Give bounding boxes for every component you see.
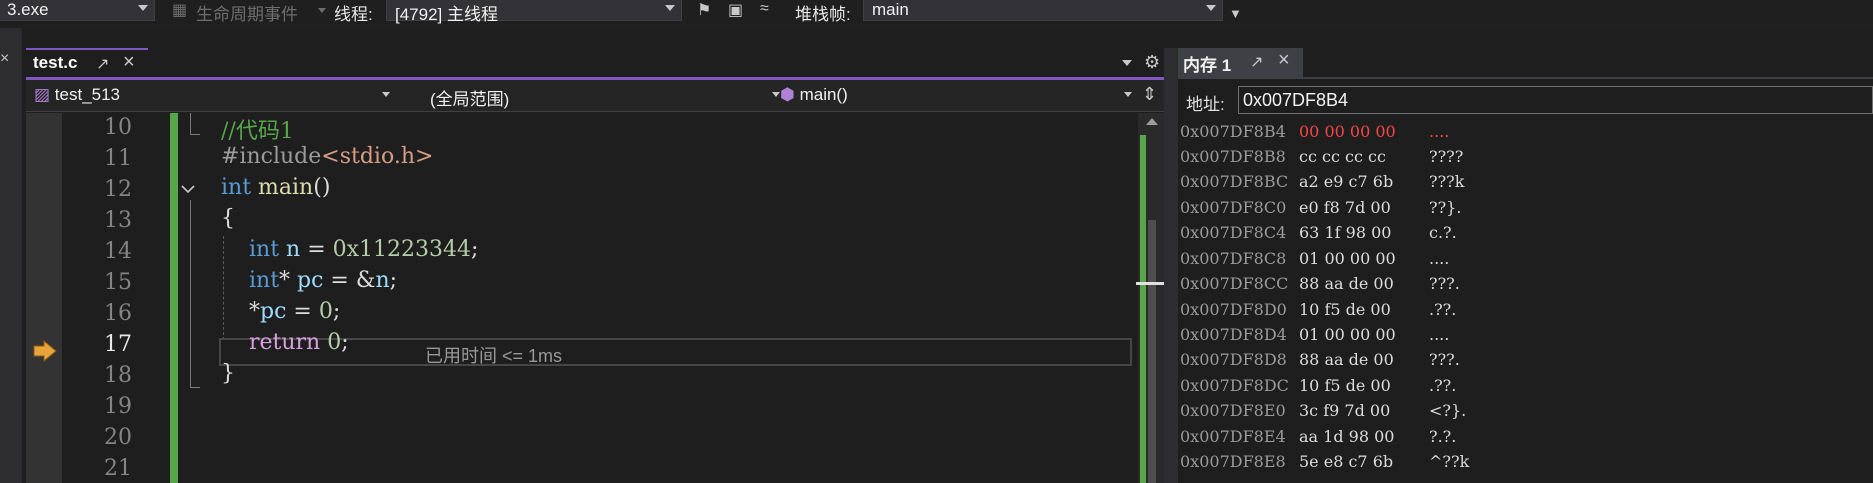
- stackframe-combo[interactable]: main: [863, 0, 1223, 21]
- pin-icon[interactable]: ↗: [1250, 52, 1263, 72]
- chevron-down-icon: [1206, 5, 1216, 11]
- panel-splitter[interactable]: [1164, 48, 1178, 483]
- code-line-14[interactable]: int n = 0x11223344;: [221, 237, 478, 262]
- address-label: 地址:: [1186, 95, 1225, 114]
- project-value: test_513: [54, 85, 121, 104]
- tab-title: test.c: [33, 53, 78, 72]
- memory-row[interactable]: 0x007DF8B4 00 00 00 00....: [1180, 122, 1449, 141]
- line-number: 15: [104, 270, 132, 295]
- lifecycle-dropdown-icon[interactable]: [318, 8, 326, 13]
- line-number: 18: [104, 363, 132, 388]
- memory-row[interactable]: 0x007DF8E4 aa 1d 98 00?.?.: [1180, 427, 1456, 446]
- line-number: 21: [104, 456, 132, 481]
- memory-row[interactable]: 0x007DF8DC 10 f5 de 00.??.: [1180, 376, 1456, 395]
- memory-row[interactable]: 0x007DF8C8 01 00 00 00....: [1180, 249, 1449, 268]
- line-number: 20: [104, 425, 132, 450]
- scope-value: (全局范围): [430, 90, 510, 109]
- lifecycle-events-icon[interactable]: ▦: [172, 0, 187, 20]
- tab-test-c[interactable]: test.c ↗ ×: [26, 48, 148, 77]
- process-value: 3.exe: [7, 0, 49, 19]
- method-icon: ⬢: [780, 85, 795, 104]
- collapse-chevron-icon[interactable]: [180, 181, 196, 197]
- line-number-current: 17: [104, 332, 132, 357]
- function-value: main(): [799, 85, 848, 104]
- line-number: 19: [104, 394, 132, 419]
- outline-guide: [190, 113, 200, 135]
- close-icon[interactable]: ×: [123, 51, 135, 74]
- code-line-11[interactable]: #include<stdio.h>: [221, 144, 433, 169]
- toolbar-overflow-icon[interactable]: ▼: [1229, 6, 1242, 21]
- outline-guide: [190, 200, 200, 388]
- scroll-up-icon[interactable]: [1146, 118, 1158, 125]
- code-line-13[interactable]: {: [221, 206, 235, 231]
- chevron-down-icon: [665, 5, 675, 11]
- memory-row[interactable]: 0x007DF8C0 e0 f8 7d 00??}.: [1180, 198, 1461, 217]
- memory-row[interactable]: 0x007DF8D4 01 00 00 00....: [1180, 325, 1449, 344]
- perf-tip[interactable]: 已用时间 <= 1ms: [425, 342, 562, 368]
- function-combo[interactable]: ⬢ main(): [774, 83, 1140, 108]
- scope-combo[interactable]: (全局范围): [424, 83, 788, 109]
- code-line-12[interactable]: int main(): [221, 175, 330, 200]
- tab-list-dropdown-icon[interactable]: [1122, 60, 1132, 66]
- breakpoint-gutter[interactable]: [26, 113, 62, 483]
- thread-combo[interactable]: [4792] 主线程: [386, 0, 682, 24]
- flag-thread-icon[interactable]: ⚑: [697, 0, 711, 20]
- address-input[interactable]: [1238, 86, 1873, 114]
- line-number: 12: [104, 177, 132, 202]
- project-combo[interactable]: ▨ test_513: [28, 83, 398, 108]
- chevron-down-icon: [138, 5, 148, 11]
- code-line-10[interactable]: //代码1: [221, 113, 294, 145]
- stackframe-value: main: [872, 0, 909, 19]
- memory-row[interactable]: 0x007DF8E0 3c f9 7d 00 <?}.: [1180, 401, 1466, 420]
- thread-value: [4792] 主线程: [395, 5, 498, 24]
- memory-row[interactable]: 0x007DF8CC 88 aa de 00???.: [1180, 274, 1460, 293]
- memory-row[interactable]: 0x007DF8B8 cc cc cc cc????: [1180, 147, 1463, 166]
- current-line-highlight: [219, 338, 1132, 366]
- current-statement-arrow-icon: [32, 339, 58, 363]
- debug-toolbar: 3.exe ▦ 生命周期事件 线程: [4792] 主线程 ⚑ ▣ ≈ 堆栈帧:…: [0, 0, 1873, 28]
- stackframe-label: 堆栈帧:: [795, 5, 851, 24]
- thread-label: 线程:: [334, 5, 373, 24]
- close-icon[interactable]: ×: [0, 50, 9, 68]
- memory-row[interactable]: 0x007DF8BC a2 e9 c7 6b ???k: [1180, 172, 1464, 191]
- scrollbar-change-marker: [1140, 135, 1146, 483]
- line-number: 14: [104, 239, 132, 264]
- chevron-down-icon: [382, 92, 390, 97]
- scrollbar-thumb[interactable]: [1148, 220, 1156, 483]
- left-tool-strip: [0, 28, 22, 483]
- code-line-18[interactable]: }: [221, 361, 235, 386]
- gear-icon[interactable]: ⚙: [1144, 52, 1160, 73]
- pin-icon[interactable]: ↗: [96, 54, 109, 74]
- line-numbers: 10 11 12 13 14 15 16 17 18 19 20 21: [62, 113, 132, 483]
- lifecycle-events-label[interactable]: 生命周期事件: [196, 0, 298, 25]
- line-number: 13: [104, 208, 132, 233]
- memory-row[interactable]: 0x007DF8E8 5e e8 c7 6b ^??k: [1180, 452, 1469, 471]
- tab-memory-1[interactable]: 内存 1 ↗ ×: [1178, 48, 1303, 77]
- process-combo[interactable]: 3.exe: [0, 0, 155, 21]
- chevron-down-icon: [1124, 92, 1132, 97]
- memory-row[interactable]: 0x007DF8D0 10 f5 de 00.??.: [1180, 300, 1456, 319]
- memory-tab-title: 内存 1: [1183, 56, 1232, 75]
- split-editor-icon[interactable]: ⇕: [1142, 84, 1157, 105]
- code-line-16[interactable]: *pc = 0;: [221, 299, 340, 324]
- memory-row[interactable]: 0x007DF8D8 88 aa de 00???.: [1180, 350, 1460, 369]
- memory-row[interactable]: 0x007DF8C4 63 1f 98 00 c.?.: [1180, 223, 1457, 242]
- navigation-bar: ▨ test_513 (全局范围) ⬢ main() ⇕: [26, 80, 1164, 112]
- close-icon[interactable]: ×: [1278, 49, 1290, 72]
- scrollbar-caret-marker: [1136, 282, 1164, 285]
- line-number: 11: [104, 146, 132, 171]
- project-icon: ▨: [34, 85, 51, 104]
- flag-all-threads-icon[interactable]: ▣: [728, 0, 743, 20]
- line-number: 16: [104, 301, 132, 326]
- line-number: 10: [104, 115, 132, 140]
- change-tracking-bar: [170, 113, 178, 483]
- code-line-17[interactable]: return 0;: [221, 330, 349, 355]
- code-line-15[interactable]: int* pc = &n;: [221, 268, 397, 293]
- thread-filter-icon[interactable]: ≈: [760, 0, 769, 18]
